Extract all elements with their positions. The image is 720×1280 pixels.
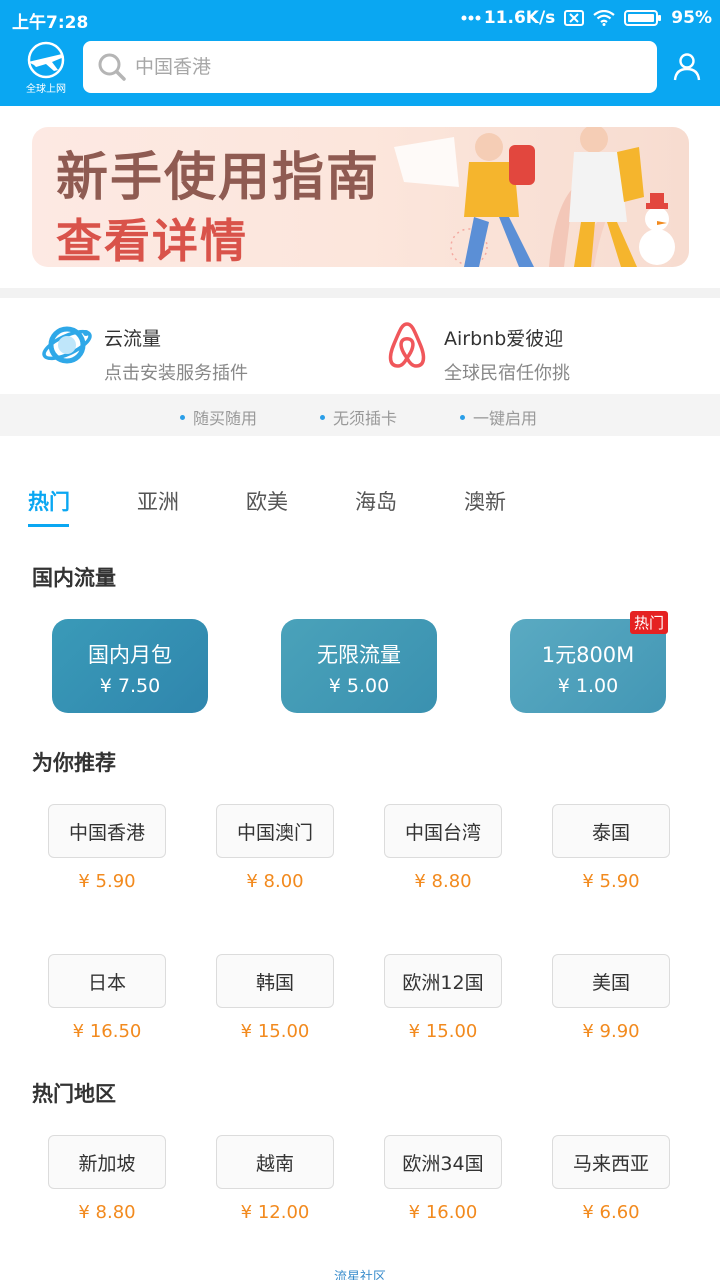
country-button[interactable]: 美国 xyxy=(552,954,670,1008)
tab-islands[interactable]: 海岛 xyxy=(355,486,397,516)
banner-illustration xyxy=(394,127,675,267)
country-button[interactable]: 泰国 xyxy=(552,804,670,858)
more-dots-icon xyxy=(461,15,481,21)
card-name: 无限流量 xyxy=(317,643,401,667)
country-cell[interactable]: 中国台湾 ¥ 8.80 xyxy=(384,804,502,892)
card-name: 国内月包 xyxy=(88,643,172,667)
search-icon xyxy=(98,53,126,81)
network-speed: 11.6K/s xyxy=(483,8,556,28)
tab-aus-nz[interactable]: 澳新 xyxy=(464,486,506,516)
country-cell[interactable]: 新加坡 ¥ 8.80 xyxy=(48,1135,166,1223)
battery-level: 95% xyxy=(671,8,712,28)
country-cell[interactable]: 韩国 ¥ 15.00 xyxy=(216,954,334,1042)
service-airbnb[interactable]: Airbnb爱彼迎 全球民宿任你挑 xyxy=(380,318,570,386)
tab-asia[interactable]: 亚洲 xyxy=(137,486,179,516)
tab-euro-america[interactable]: 欧美 xyxy=(246,486,288,516)
country-price: ¥ 12.00 xyxy=(240,1202,310,1223)
airbnb-icon xyxy=(388,322,426,368)
service-desc: 全球民宿任你挑 xyxy=(444,363,570,384)
hot-badge: 热门 xyxy=(629,611,668,634)
status-bar: 上午7:28 11.6K/s 95% xyxy=(0,0,720,38)
country-price: ¥ 5.90 xyxy=(78,871,136,892)
domestic-card[interactable]: 国内月包 ¥ 7.50 xyxy=(52,619,208,713)
country-button[interactable]: 马来西亚 xyxy=(552,1135,670,1189)
section-title-domestic: 国内流量 xyxy=(32,566,116,590)
service-desc: 点击安装服务插件 xyxy=(104,363,248,384)
card-price: ¥ 7.50 xyxy=(99,675,161,697)
country-cell[interactable]: 欧洲34国 ¥ 16.00 xyxy=(384,1135,502,1223)
country-button[interactable]: 中国香港 xyxy=(48,804,166,858)
footer-link[interactable]: 流星社区 xyxy=(0,1266,720,1280)
country-price: ¥ 16.50 xyxy=(72,1021,142,1042)
country-cell[interactable]: 中国香港 ¥ 5.90 xyxy=(48,804,166,892)
plane-logo-icon xyxy=(27,41,65,79)
country-price: ¥ 9.90 xyxy=(582,1021,640,1042)
top-bar: 上午7:28 11.6K/s 95% 全球上网 xyxy=(0,0,720,106)
card-price: ¥ 1.00 xyxy=(557,675,619,697)
country-button[interactable]: 新加坡 xyxy=(48,1135,166,1189)
country-button[interactable]: 中国澳门 xyxy=(216,804,334,858)
battery-icon xyxy=(624,9,662,27)
country-cell[interactable]: 中国澳门 ¥ 8.00 xyxy=(216,804,334,892)
country-price: ¥ 6.60 xyxy=(582,1202,640,1223)
divider xyxy=(0,288,720,298)
feature-item: 无须插卡 xyxy=(320,405,397,429)
country-cell[interactable]: 马来西亚 ¥ 6.60 xyxy=(552,1135,670,1223)
service-name: 云流量 xyxy=(104,328,162,350)
tab-hot[interactable]: 热门 xyxy=(28,486,70,516)
country-cell[interactable]: 欧洲12国 ¥ 15.00 xyxy=(384,954,502,1042)
country-button[interactable]: 日本 xyxy=(48,954,166,1008)
card-price: ¥ 5.00 xyxy=(328,675,390,697)
country-button[interactable]: 欧洲12国 xyxy=(384,954,502,1008)
banner-title: 新手使用指南 xyxy=(56,148,381,208)
domestic-card[interactable]: 1元800M ¥ 1.00 热门 xyxy=(510,611,668,713)
country-price: ¥ 15.00 xyxy=(408,1021,478,1042)
section-title-recommend: 为你推荐 xyxy=(32,751,116,775)
banner-subtitle: 查看详情 xyxy=(56,214,248,267)
country-price: ¥ 8.00 xyxy=(246,871,304,892)
service-cloud-traffic[interactable]: 云流量 点击安装服务插件 xyxy=(40,318,248,386)
app-logo[interactable]: 全球上网 xyxy=(18,40,74,96)
country-price: ¥ 8.80 xyxy=(414,871,472,892)
country-price: ¥ 15.00 xyxy=(240,1021,310,1042)
status-time: 上午7:28 xyxy=(12,13,89,33)
country-price: ¥ 16.00 xyxy=(408,1202,478,1223)
country-button[interactable]: 越南 xyxy=(216,1135,334,1189)
country-cell[interactable]: 美国 ¥ 9.90 xyxy=(552,954,670,1042)
sim-x-icon xyxy=(564,10,585,26)
card-name: 1元800M xyxy=(541,643,635,667)
country-price: ¥ 8.80 xyxy=(78,1202,136,1223)
section-title-hot-regions: 热门地区 xyxy=(32,1082,116,1106)
service-name: Airbnb爱彼迎 xyxy=(444,328,564,350)
feature-item: 一键启用 xyxy=(460,405,537,429)
user-icon[interactable] xyxy=(672,52,702,82)
feature-strip: 随买随用 无须插卡 一键启用 xyxy=(0,394,720,436)
country-cell[interactable]: 泰国 ¥ 5.90 xyxy=(552,804,670,892)
country-button[interactable]: 中国台湾 xyxy=(384,804,502,858)
domestic-card[interactable]: 无限流量 ¥ 5.00 xyxy=(281,619,437,713)
logo-label: 全球上网 xyxy=(26,84,66,95)
wifi-icon xyxy=(593,10,615,26)
guide-banner[interactable]: 新手使用指南 查看详情 xyxy=(32,127,689,267)
country-price: ¥ 5.90 xyxy=(582,871,640,892)
search-input[interactable] xyxy=(135,56,615,78)
country-cell[interactable]: 越南 ¥ 12.00 xyxy=(216,1135,334,1223)
country-button[interactable]: 韩国 xyxy=(216,954,334,1008)
active-tab-indicator xyxy=(28,524,69,527)
region-tabs: 热门 亚洲 欧美 海岛 澳新 xyxy=(0,480,720,530)
country-button[interactable]: 欧洲34国 xyxy=(384,1135,502,1189)
country-cell[interactable]: 日本 ¥ 16.50 xyxy=(48,954,166,1042)
search-bar[interactable] xyxy=(83,41,657,93)
feature-item: 随买随用 xyxy=(180,405,257,429)
status-right: 11.6K/s 95% xyxy=(461,8,712,28)
planet-icon xyxy=(42,326,92,364)
